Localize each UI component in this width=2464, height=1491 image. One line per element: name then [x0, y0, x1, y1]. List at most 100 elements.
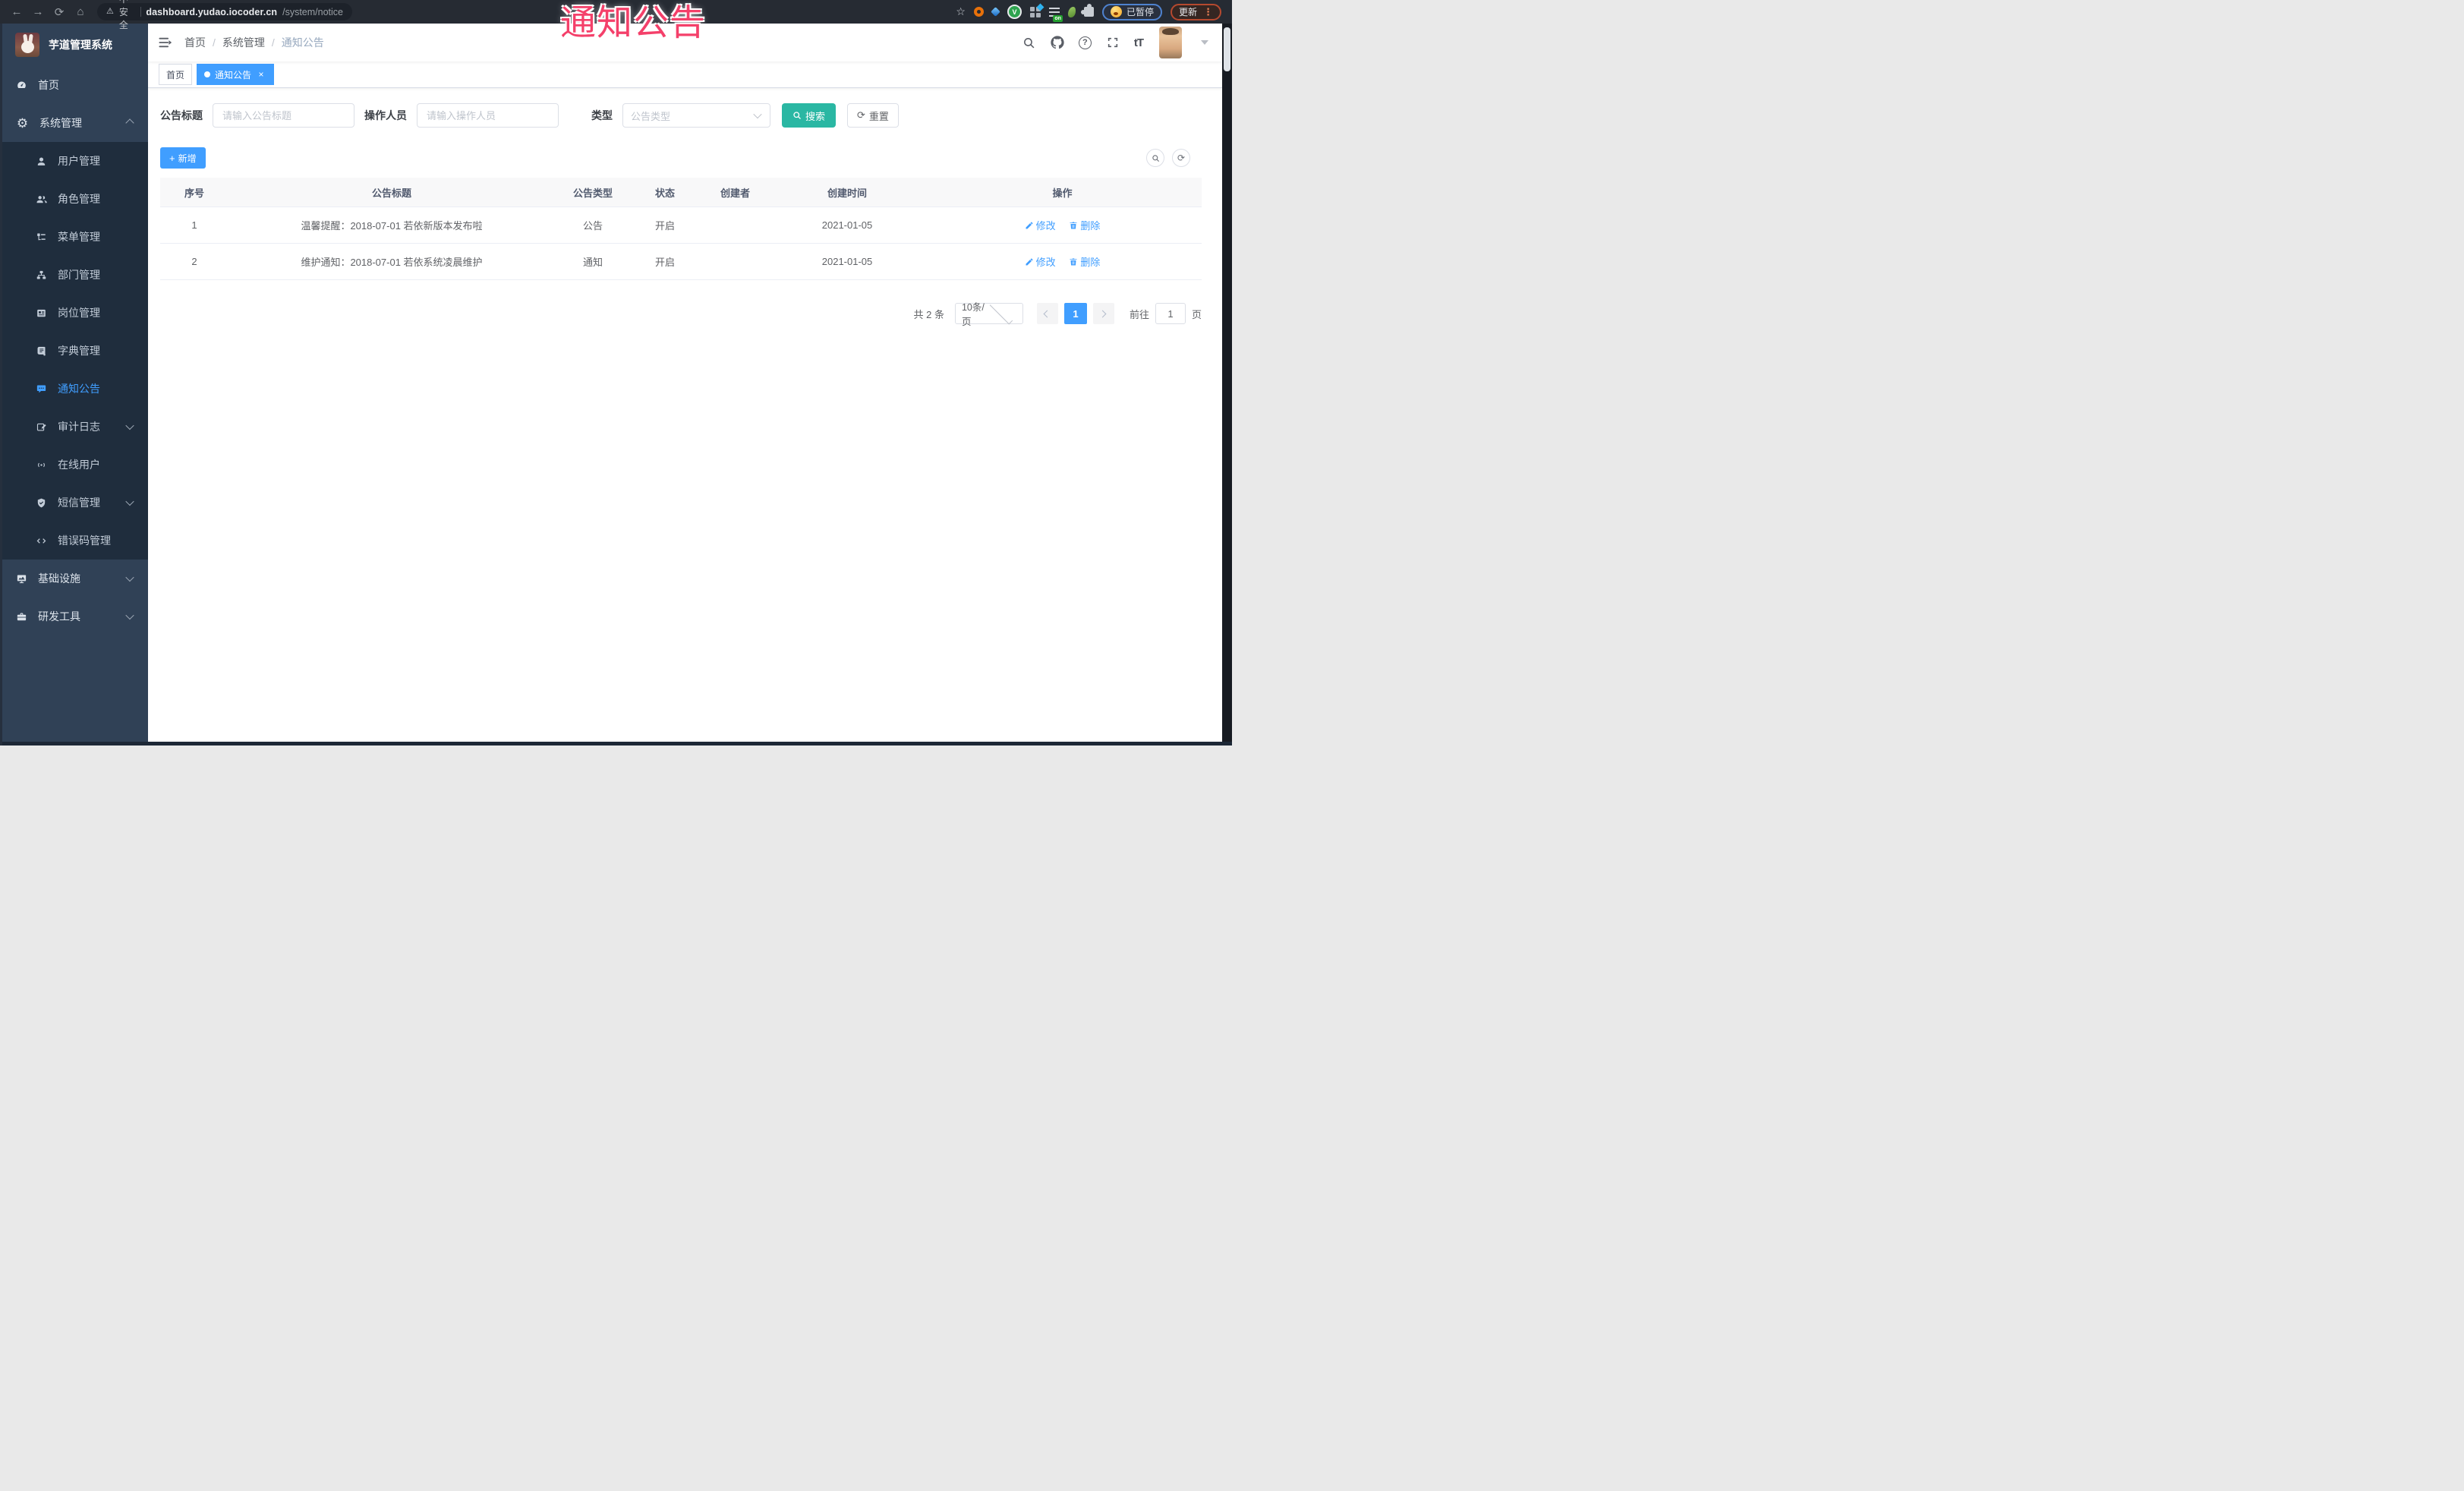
notice-type-select[interactable]: 公告类型	[622, 103, 770, 128]
sidebar-item-label: 菜单管理	[58, 231, 100, 243]
user-icon	[37, 157, 46, 165]
update-button[interactable]: 更新 ⋮	[1170, 3, 1221, 20]
toggle-search-button[interactable]	[1146, 149, 1164, 167]
update-label: 更新	[1178, 7, 1197, 17]
page-size-select[interactable]: 10条/页	[954, 301, 1023, 327]
edit-link-label: 修改	[1035, 257, 1056, 268]
content-area: 首页 / 系统管理 / 通知公告 首页	[148, 24, 1222, 742]
browser-forward-icon[interactable]: →	[29, 3, 47, 21]
col-creator: 创建者	[699, 178, 771, 207]
url-path: /system/notice	[282, 6, 343, 17]
extensions-puzzle-icon[interactable]	[1080, 4, 1094, 17]
chevron-up-icon	[125, 118, 134, 128]
sidebar-item-label: 基础设施	[38, 572, 80, 585]
app-title: 芋道管理系统	[49, 39, 112, 51]
chevron-down-icon	[125, 572, 134, 582]
browser-scrollbar	[1222, 24, 1232, 746]
dashboard-icon	[17, 81, 26, 88]
menu-tree-icon	[37, 233, 46, 240]
browser-chrome: ← → ⟳ ⌂ ⚠ 不安全 dashboard.yudao.iocoder.cn…	[0, 0, 1232, 30]
monitor-icon	[17, 575, 27, 583]
tag-close-icon[interactable]	[256, 69, 266, 80]
sidebar-item-system[interactable]: ⚙ 系统管理	[0, 104, 148, 142]
current-page-button[interactable]: 1	[1063, 303, 1087, 324]
bookmark-star-icon[interactable]: ☆	[956, 5, 966, 18]
operator-input[interactable]	[417, 103, 559, 128]
cell-seq: 2	[160, 243, 228, 280]
add-notice-button[interactable]: 新增	[160, 147, 206, 169]
code-icon	[36, 537, 46, 544]
browser-home-icon[interactable]: ⌂	[71, 3, 90, 21]
paused-extension-pill[interactable]: 已暂停	[1101, 3, 1162, 20]
add-button-label: 新增	[178, 153, 197, 164]
font-size-icon[interactable]	[1134, 36, 1143, 49]
sidebar-item-label: 错误码管理	[58, 534, 111, 547]
sidebar-item-home[interactable]: 首页	[0, 66, 148, 104]
sidebar-item-posts[interactable]: 岗位管理	[0, 294, 148, 332]
reset-button[interactable]: ⟳ 重置	[847, 103, 899, 128]
extension-gem-icon[interactable]	[991, 7, 1000, 17]
sidebar-item-menus[interactable]: 菜单管理	[0, 218, 148, 256]
help-icon[interactable]	[1078, 36, 1092, 49]
next-page-button[interactable]	[1092, 303, 1114, 324]
user-avatar[interactable]	[1159, 27, 1182, 58]
security-label: 不安全	[118, 0, 128, 30]
kebab-menu-icon[interactable]: ⋮	[1203, 7, 1213, 17]
sidebar-item-dictionaries[interactable]: 字典管理	[0, 332, 148, 370]
browser-reload-icon[interactable]: ⟳	[50, 3, 68, 21]
tags-view-bar: 首页 通知公告	[148, 61, 1222, 88]
breadcrumb-system[interactable]: 系统管理	[222, 35, 265, 50]
page-size-value: 10条/页	[961, 302, 985, 327]
table-toolbar: 新增 ⟳	[160, 147, 1222, 169]
search-button[interactable]: 搜索	[782, 103, 837, 128]
col-title: 公告标题	[228, 178, 555, 207]
browser-back-icon[interactable]: ←	[8, 3, 26, 21]
users-icon	[36, 195, 47, 203]
sidebar-item-label: 研发工具	[38, 610, 80, 623]
navbar-actions	[1022, 27, 1208, 58]
fullscreen-icon[interactable]	[1106, 36, 1120, 49]
table-header-row: 序号 公告标题 公告类型 状态 创建者 创建时间 操作	[160, 178, 1202, 207]
delete-link[interactable]: 删除	[1069, 254, 1100, 269]
notice-page: 公告标题 操作人员 类型 公告类型 搜索 ⟳ 重置	[148, 88, 1222, 327]
extension-v-icon[interactable]: V	[1007, 5, 1022, 19]
sidebar-item-label: 用户管理	[58, 155, 100, 167]
refresh-table-button[interactable]: ⟳	[1172, 149, 1190, 167]
tag-home[interactable]: 首页	[159, 64, 193, 85]
sidebar-item-notices[interactable]: 通知公告	[0, 370, 148, 408]
github-icon[interactable]	[1051, 36, 1064, 49]
scrollbar-thumb[interactable]	[1224, 27, 1230, 71]
logo-rabbit-image	[15, 33, 39, 57]
extension-donut-icon[interactable]	[973, 7, 984, 17]
avatar-caret-down-icon[interactable]	[1201, 40, 1208, 45]
sidebar-item-audit-logs[interactable]: 审计日志	[0, 408, 148, 446]
breadcrumb-home[interactable]: 首页	[184, 35, 206, 50]
edit-link[interactable]: 修改	[1025, 254, 1056, 269]
goto-page-input[interactable]	[1155, 303, 1186, 324]
prev-page-button[interactable]	[1036, 303, 1058, 324]
search-icon[interactable]	[1022, 36, 1036, 49]
sidebar-item-error-codes[interactable]: 错误码管理	[0, 522, 148, 560]
sidebar-item-dev-tools[interactable]: 研发工具	[0, 597, 148, 635]
sidebar-item-roles[interactable]: 角色管理	[0, 180, 148, 218]
extension-leaf-icon[interactable]	[1067, 6, 1076, 17]
tag-notices[interactable]: 通知公告	[197, 64, 275, 85]
notice-title-input[interactable]	[213, 103, 354, 128]
breadcrumb-separator: /	[213, 36, 216, 49]
total-count: 共 2 条	[913, 308, 944, 320]
screenshot-root: ← → ⟳ ⌂ ⚠ 不安全 dashboard.yudao.iocoder.cn…	[0, 0, 1232, 746]
edit-link[interactable]: 修改	[1025, 218, 1056, 232]
delete-link[interactable]: 删除	[1069, 218, 1100, 232]
sidebar-item-departments[interactable]: 部门管理	[0, 256, 148, 294]
refresh-icon: ⟳	[1177, 153, 1186, 163]
sidebar-item-users[interactable]: 用户管理	[0, 142, 148, 180]
address-bar[interactable]: ⚠ 不安全 dashboard.yudao.iocoder.cn/system/…	[97, 0, 352, 30]
sidebar-item-label: 岗位管理	[58, 307, 100, 319]
sidebar-item-sms[interactable]: 短信管理	[0, 484, 148, 522]
sidebar-item-infrastructure[interactable]: 基础设施	[0, 560, 148, 597]
extension-tabs-icon[interactable]: on	[1048, 7, 1063, 22]
sidebar-item-label: 短信管理	[58, 496, 100, 509]
sidebar-toggle-hamburger-icon[interactable]	[157, 35, 172, 50]
sidebar-item-online-users[interactable]: 在线用户	[0, 446, 148, 484]
extension-grid-icon[interactable]	[1029, 6, 1041, 17]
